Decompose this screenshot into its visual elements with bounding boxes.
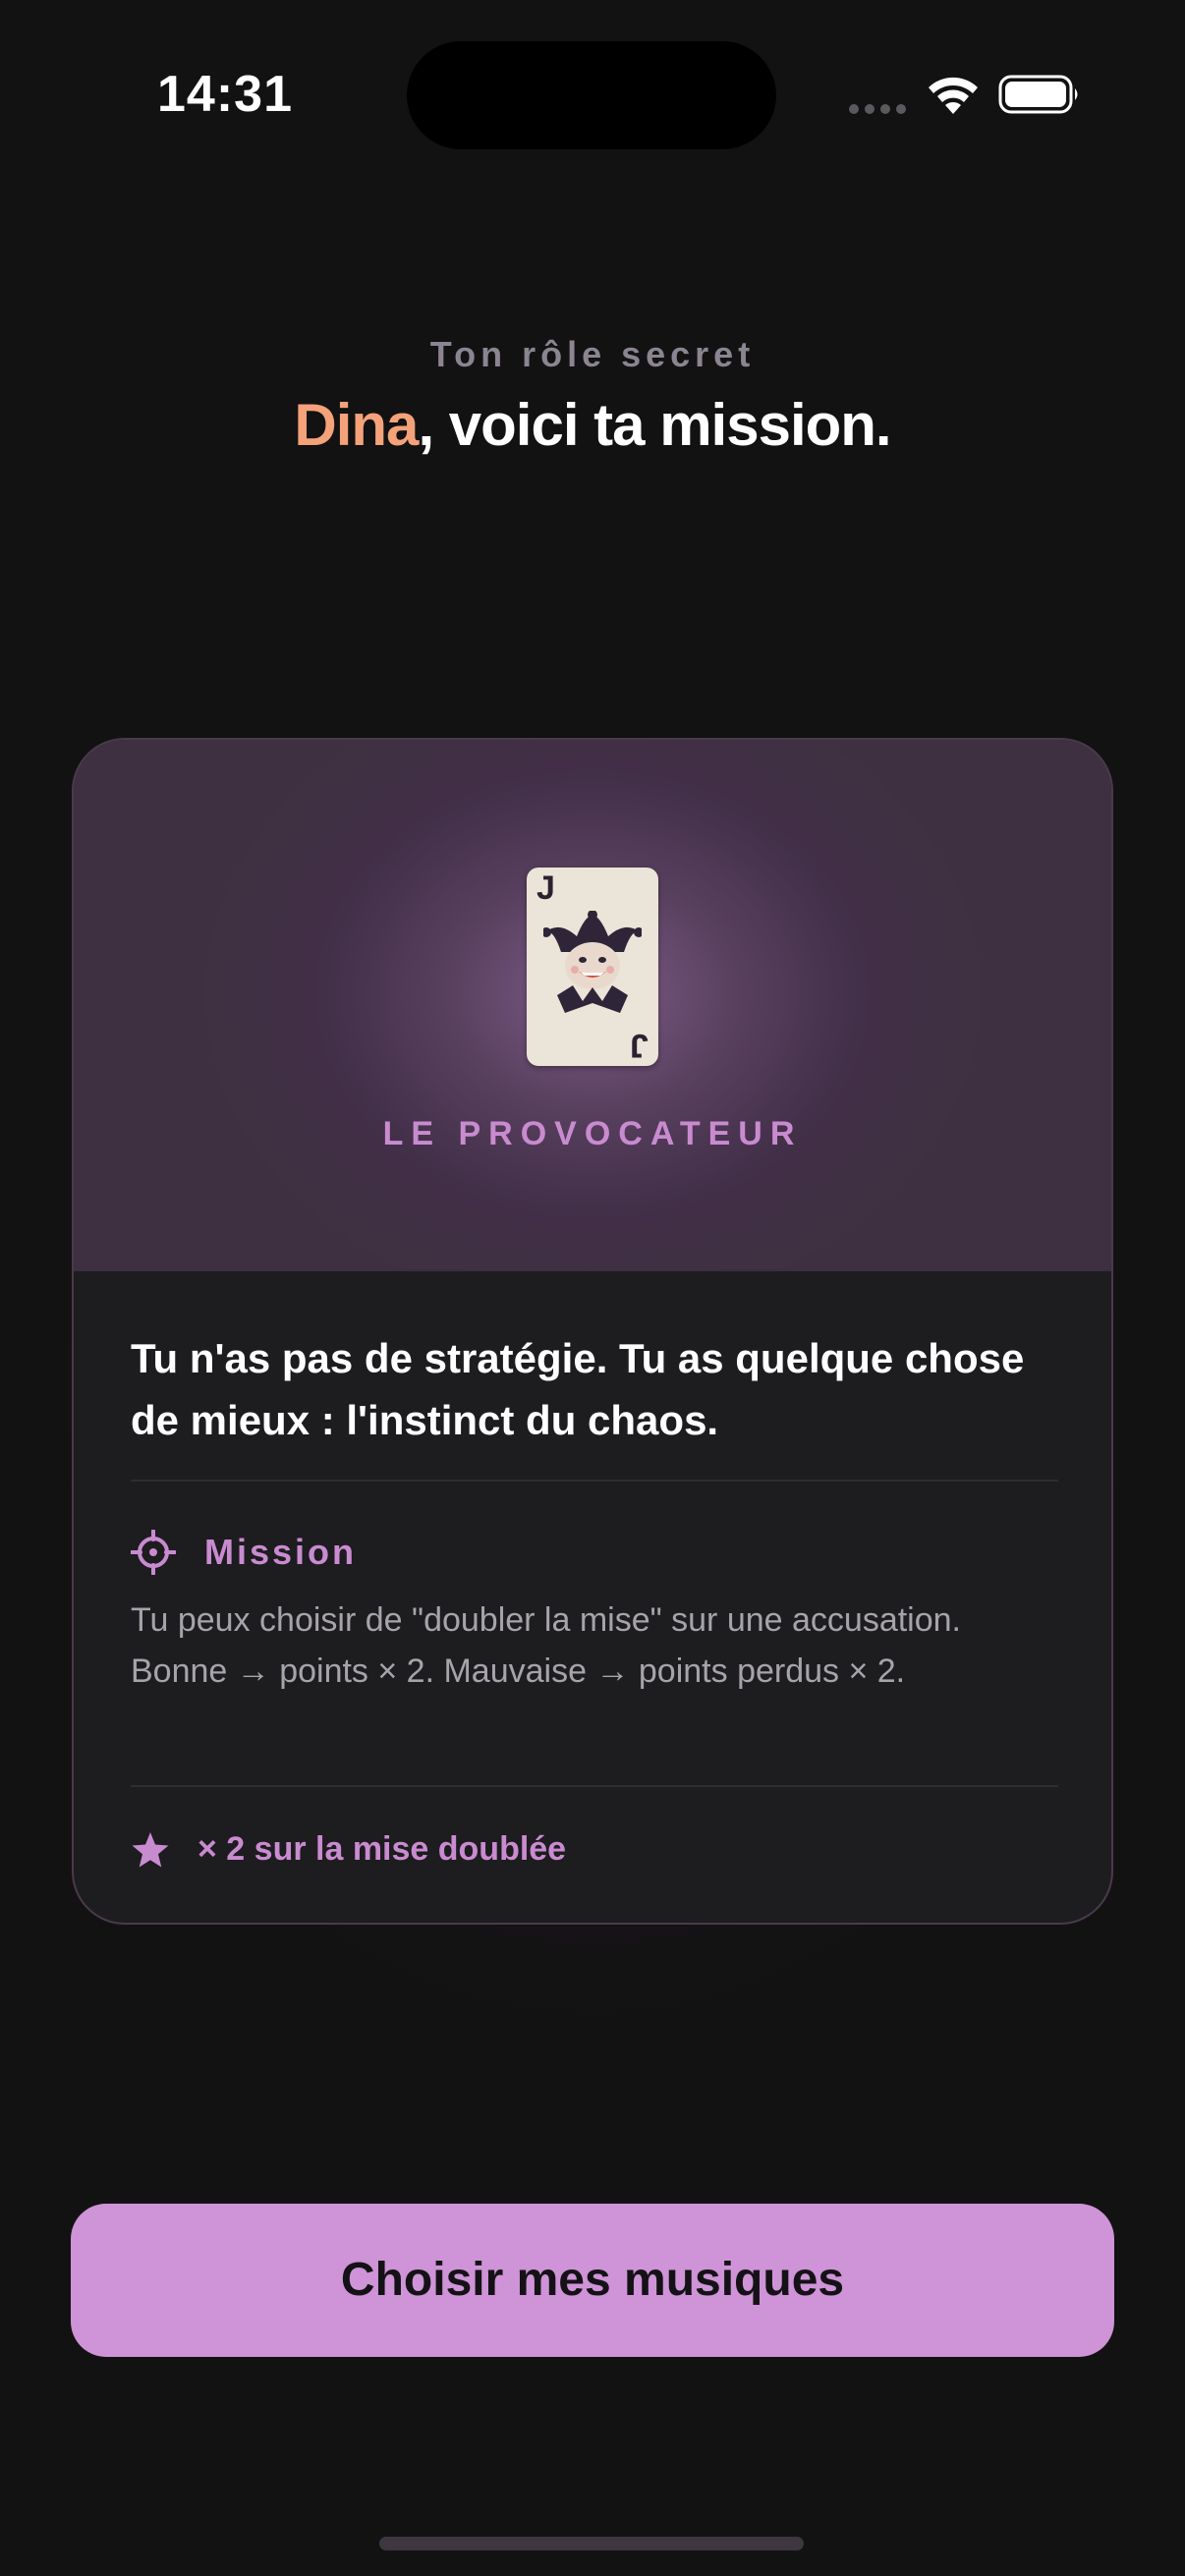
header-eyebrow: Ton rôle secret xyxy=(429,334,756,374)
role-card: J J LE PROVOCATEUR Tu n'as pas de straté… xyxy=(72,738,1113,1925)
mission-text: Tu peux choisir de "doubler la mise" sur… xyxy=(131,1601,961,1690)
bonus-text: × 2 sur la mise doublée xyxy=(198,1830,567,1868)
role-card-hero: J J LE PROVOCATEUR xyxy=(74,740,1111,1269)
wifi-icon xyxy=(929,77,978,114)
home-indicator[interactable] xyxy=(379,2537,804,2550)
player-name: Dina xyxy=(294,392,419,458)
card-hero-divider xyxy=(74,1269,1111,1271)
divider xyxy=(131,1480,1058,1482)
divider xyxy=(131,1785,1058,1787)
mission-title: Mission xyxy=(204,1532,358,1572)
status-bar: 14:31 xyxy=(0,0,1185,196)
status-time: 14:31 xyxy=(157,66,293,123)
star-icon xyxy=(132,1832,169,1868)
crosshair-icon xyxy=(131,1530,176,1575)
page-title-rest: , voici ta mission. xyxy=(418,392,891,458)
role-tagline: Tu n'as pas de stratégie. Tu as quelque … xyxy=(131,1335,1025,1443)
role-name: LE PROVOCATEUR xyxy=(382,1115,803,1152)
dynamic-island xyxy=(407,41,776,149)
page-title: Dina, voici ta mission. xyxy=(0,391,1185,459)
choose-music-button[interactable]: Choisir mes musiques xyxy=(71,2204,1114,2357)
battery-full-icon xyxy=(998,75,1078,114)
joker-card-icon: J J xyxy=(527,868,658,1066)
jester-face-icon xyxy=(543,911,642,1013)
card-rank-top: J xyxy=(536,869,555,907)
card-rank-bottom: J xyxy=(630,1027,649,1064)
cellular-signal-icon xyxy=(849,104,908,114)
